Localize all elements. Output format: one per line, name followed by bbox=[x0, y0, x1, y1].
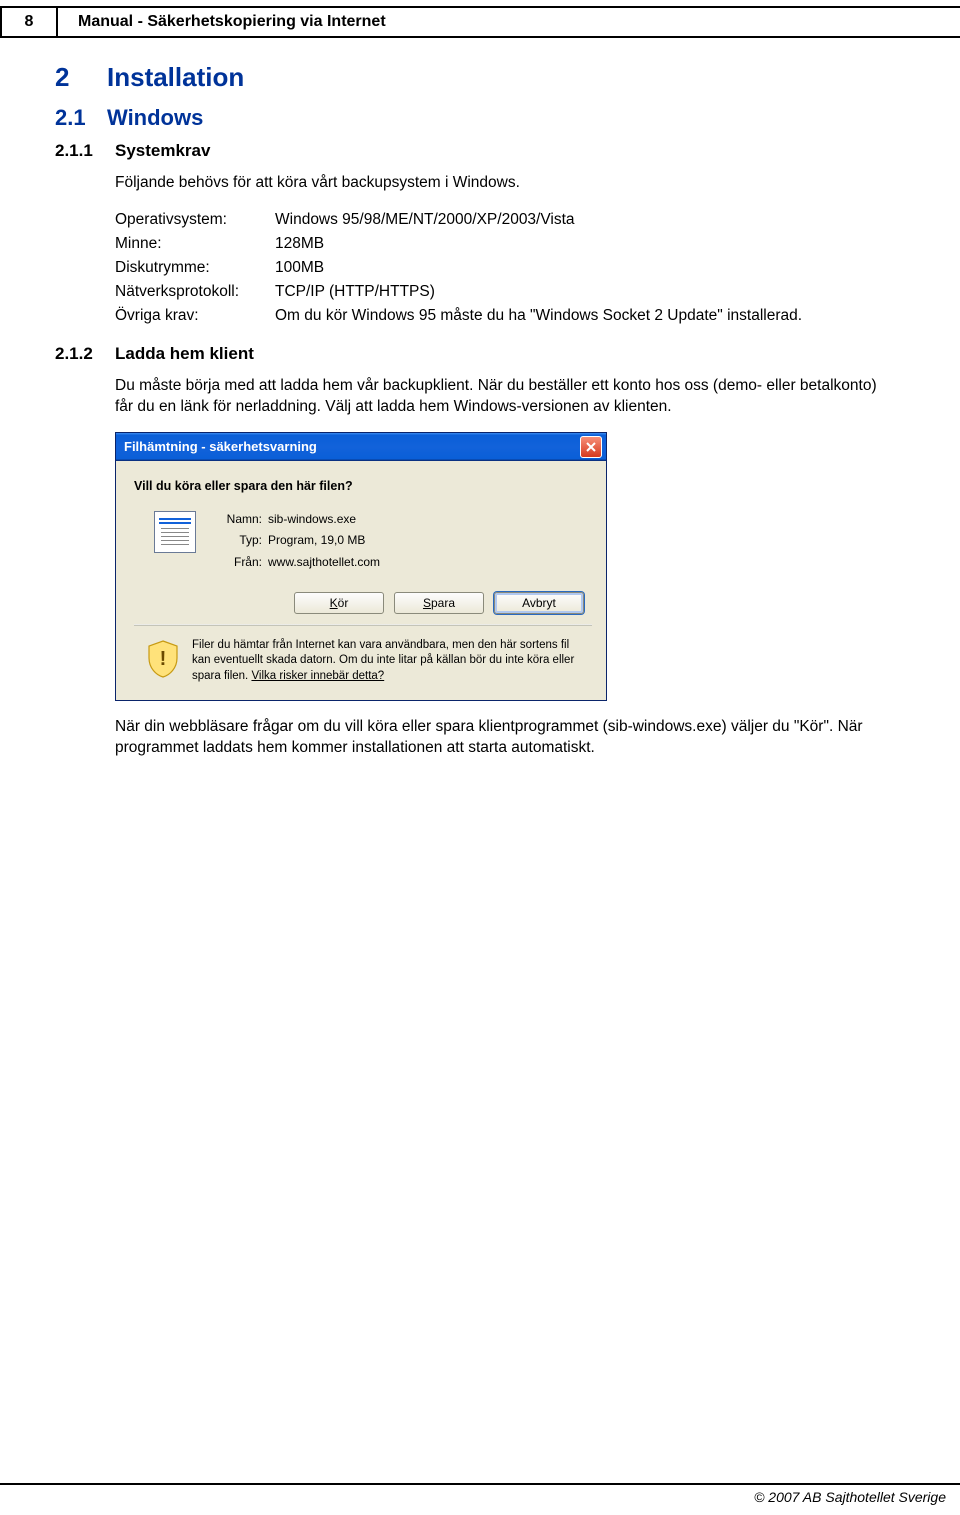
heading-2: 2.1 Windows bbox=[55, 105, 890, 131]
file-icon bbox=[154, 511, 196, 553]
req-value: TCP/IP (HTTP/HTTPS) bbox=[275, 280, 890, 304]
page-header: 8 Manual - Säkerhetskopiering via Intern… bbox=[0, 6, 960, 38]
h2-number: 2.1 bbox=[55, 105, 107, 131]
close-icon[interactable] bbox=[580, 436, 602, 458]
intro-212: Du måste börja med att ladda hem vår bac… bbox=[115, 376, 890, 418]
req-label: Diskutrymme: bbox=[115, 256, 275, 280]
dialog-screenshot: Filhämtning - säkerhetsvarning Vill du k… bbox=[115, 432, 607, 701]
warning-text: Filer du hämtar från Internet kan vara a… bbox=[192, 638, 586, 685]
req-label: Minne: bbox=[115, 232, 275, 256]
content-area: 2 Installation 2.1 Windows 2.1.1 Systemk… bbox=[0, 38, 960, 759]
h3-title: Ladda hem klient bbox=[115, 344, 254, 364]
req-label: Övriga krav: bbox=[115, 304, 275, 328]
dialog-question: Vill du köra eller spara den här filen? bbox=[134, 479, 592, 493]
run-button[interactable]: Kör bbox=[294, 592, 384, 614]
shield-icon: ! bbox=[146, 640, 180, 678]
req-value: Om du kör Windows 95 måste du ha "Window… bbox=[275, 304, 890, 328]
after-dialog-text: När din webbläsare frågar om du vill kör… bbox=[115, 717, 890, 759]
warning-link[interactable]: Vilka risker innebär detta? bbox=[251, 670, 384, 682]
h1-title: Installation bbox=[107, 62, 244, 93]
heading-1: 2 Installation bbox=[55, 62, 890, 93]
kv-type: Typ: Program, 19,0 MB bbox=[214, 530, 380, 552]
req-row: Diskutrymme: 100MB bbox=[115, 256, 890, 280]
save-button[interactable]: Spara bbox=[394, 592, 484, 614]
heading-3-ladda-hem: 2.1.2 Ladda hem klient bbox=[55, 344, 890, 364]
requirements-table: Operativsystem: Windows 95/98/ME/NT/2000… bbox=[115, 208, 890, 328]
value-type: Program, 19,0 MB bbox=[268, 530, 365, 552]
h3-number: 2.1.1 bbox=[55, 141, 115, 161]
dialog-title: Filhämtning - säkerhetsvarning bbox=[124, 439, 580, 454]
label-type: Typ: bbox=[214, 530, 262, 552]
header-title: Manual - Säkerhetskopiering via Internet bbox=[58, 8, 960, 36]
dialog-separator bbox=[134, 624, 592, 626]
dialog-titlebar: Filhämtning - säkerhetsvarning bbox=[116, 433, 606, 461]
dialog-warning: ! Filer du hämtar från Internet kan vara… bbox=[134, 638, 592, 685]
page-footer: © 2007 AB Sajthotellet Sverige bbox=[0, 1483, 960, 1505]
dialog-body: Vill du köra eller spara den här filen? … bbox=[116, 461, 606, 700]
file-details: Namn: sib-windows.exe Typ: Program, 19,0… bbox=[214, 509, 380, 574]
kv-name: Namn: sib-windows.exe bbox=[214, 509, 380, 531]
h1-number: 2 bbox=[55, 62, 107, 93]
h2-title: Windows bbox=[107, 105, 203, 131]
dialog-info: Namn: sib-windows.exe Typ: Program, 19,0… bbox=[134, 509, 592, 574]
h3-title: Systemkrav bbox=[115, 141, 210, 161]
page-number: 8 bbox=[0, 8, 58, 36]
dialog-buttons: Kör Spara Avbryt bbox=[134, 592, 584, 614]
value-name: sib-windows.exe bbox=[268, 509, 356, 531]
h3-number: 2.1.2 bbox=[55, 344, 115, 364]
svg-text:!: ! bbox=[160, 648, 167, 670]
label-from: Från: bbox=[214, 552, 262, 574]
req-label: Operativsystem: bbox=[115, 208, 275, 232]
req-value: 100MB bbox=[275, 256, 890, 280]
file-download-dialog: Filhämtning - säkerhetsvarning Vill du k… bbox=[115, 432, 607, 701]
req-row: Nätverksprotokoll: TCP/IP (HTTP/HTTPS) bbox=[115, 280, 890, 304]
heading-3-systemkrav: 2.1.1 Systemkrav bbox=[55, 141, 890, 161]
req-row: Övriga krav: Om du kör Windows 95 måste … bbox=[115, 304, 890, 328]
req-row: Minne: 128MB bbox=[115, 232, 890, 256]
req-value: Windows 95/98/ME/NT/2000/XP/2003/Vista bbox=[275, 208, 890, 232]
intro-211: Följande behövs för att köra vårt backup… bbox=[115, 173, 890, 194]
req-row: Operativsystem: Windows 95/98/ME/NT/2000… bbox=[115, 208, 890, 232]
cancel-button[interactable]: Avbryt bbox=[494, 592, 584, 614]
req-value: 128MB bbox=[275, 232, 890, 256]
label-name: Namn: bbox=[214, 509, 262, 531]
req-label: Nätverksprotokoll: bbox=[115, 280, 275, 304]
value-from: www.sajthotellet.com bbox=[268, 552, 380, 574]
kv-from: Från: www.sajthotellet.com bbox=[214, 552, 380, 574]
